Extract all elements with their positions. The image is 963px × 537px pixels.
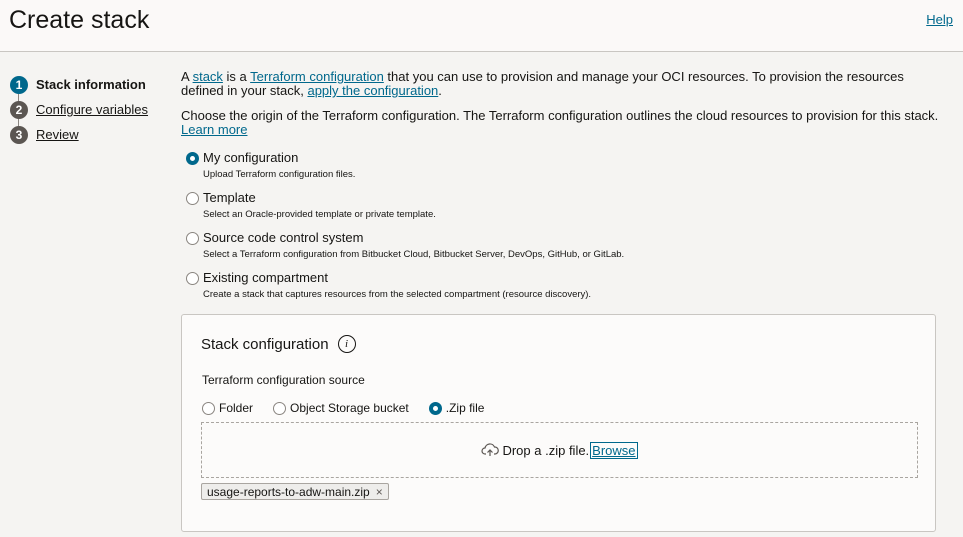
learn-more-link[interactable]: Learn more (181, 122, 247, 137)
info-icon[interactable]: i (337, 335, 356, 353)
source-radio-group: Folder Object Storage bucket .Zip file (202, 401, 504, 415)
radio-object-storage-bucket[interactable]: Object Storage bucket (273, 401, 409, 415)
browse-link[interactable]: Browse (590, 441, 638, 459)
radio-button[interactable] (428, 401, 442, 415)
step-number: 3 (10, 125, 28, 144)
radio-existing-compartment[interactable]: Existing compartment (186, 271, 941, 285)
file-drop-zone[interactable]: Drop a .zip file. Browse (201, 422, 918, 478)
radio-label: Template (203, 190, 256, 205)
radio-button[interactable] (186, 271, 199, 285)
drop-text: Drop a .zip file. (502, 442, 590, 458)
file-name: usage-reports-to-adw-main.zip (207, 484, 370, 499)
option-description: Upload Terraform configuration files. (203, 169, 356, 180)
origin-text: Choose the origin of the Terraform confi… (181, 109, 941, 137)
help-link[interactable]: Help (926, 12, 953, 27)
cloud-upload-icon (481, 443, 500, 456)
selected-file-chip: usage-reports-to-adw-main.zip × (201, 483, 389, 500)
panel-title: Stack configuration i (201, 335, 356, 353)
main-content: A stack is a Terraform configuration tha… (181, 70, 941, 311)
option-description: Create a stack that captures resources f… (203, 289, 592, 300)
origin-radio-group: My configuration Upload Terraform config… (181, 151, 941, 302)
radio-button[interactable] (273, 401, 287, 415)
radio-template[interactable]: Template (186, 191, 941, 205)
stack-link[interactable]: stack (193, 69, 223, 84)
radio-button[interactable] (186, 151, 199, 165)
radio-my-configuration[interactable]: My configuration (186, 151, 941, 165)
radio-label: Folder (219, 401, 254, 415)
radio-label: .Zip file (445, 401, 485, 415)
text: Choose the origin of the Terraform confi… (181, 108, 939, 123)
intro-text: A stack is a Terraform configuration tha… (181, 70, 941, 98)
step-link[interactable]: Review (36, 127, 79, 142)
step-stack-information: 1 Stack information (10, 72, 148, 97)
radio-label: My configuration (203, 150, 299, 165)
radio-label: Object Storage bucket (290, 401, 409, 415)
step-link[interactable]: Configure variables (36, 102, 148, 117)
radio-label: Existing compartment (203, 270, 328, 285)
radio-folder[interactable]: Folder (202, 401, 253, 415)
stack-configuration-panel: Stack configuration i Terraform configura… (181, 314, 936, 532)
radio-button[interactable] (186, 191, 199, 205)
step-configure-variables[interactable]: 2 Configure variables (10, 97, 148, 122)
page-title: Create stack (9, 6, 150, 34)
text: is a (222, 69, 251, 84)
step-label: Stack information (36, 77, 146, 92)
step-number: 1 (10, 75, 28, 94)
remove-file-icon[interactable]: × (376, 485, 383, 499)
page-header: Create stack Help (0, 0, 963, 52)
panel-title-text: Stack configuration (201, 335, 329, 353)
radio-label: Source code control system (203, 230, 364, 245)
radio-button[interactable] (202, 401, 215, 415)
apply-configuration-link[interactable]: apply the configuration (307, 83, 438, 98)
wizard-steps: 1 Stack information 2 Configure variables … (10, 72, 148, 147)
option-description: Select an Oracle-provided template or pr… (203, 209, 436, 220)
source-label: Terraform configuration source (202, 373, 365, 387)
option-description: Select a Terraform configuration from Bi… (203, 249, 625, 260)
text: . (438, 83, 442, 98)
radio-zip-file[interactable]: .Zip file (428, 401, 485, 415)
terraform-link[interactable]: Terraform configuration (250, 69, 384, 84)
radio-button[interactable] (186, 231, 199, 245)
step-review[interactable]: 3 Review (10, 122, 148, 147)
radio-source-code-control[interactable]: Source code control system (186, 231, 941, 245)
text: A (181, 69, 193, 84)
step-number: 2 (10, 100, 28, 119)
